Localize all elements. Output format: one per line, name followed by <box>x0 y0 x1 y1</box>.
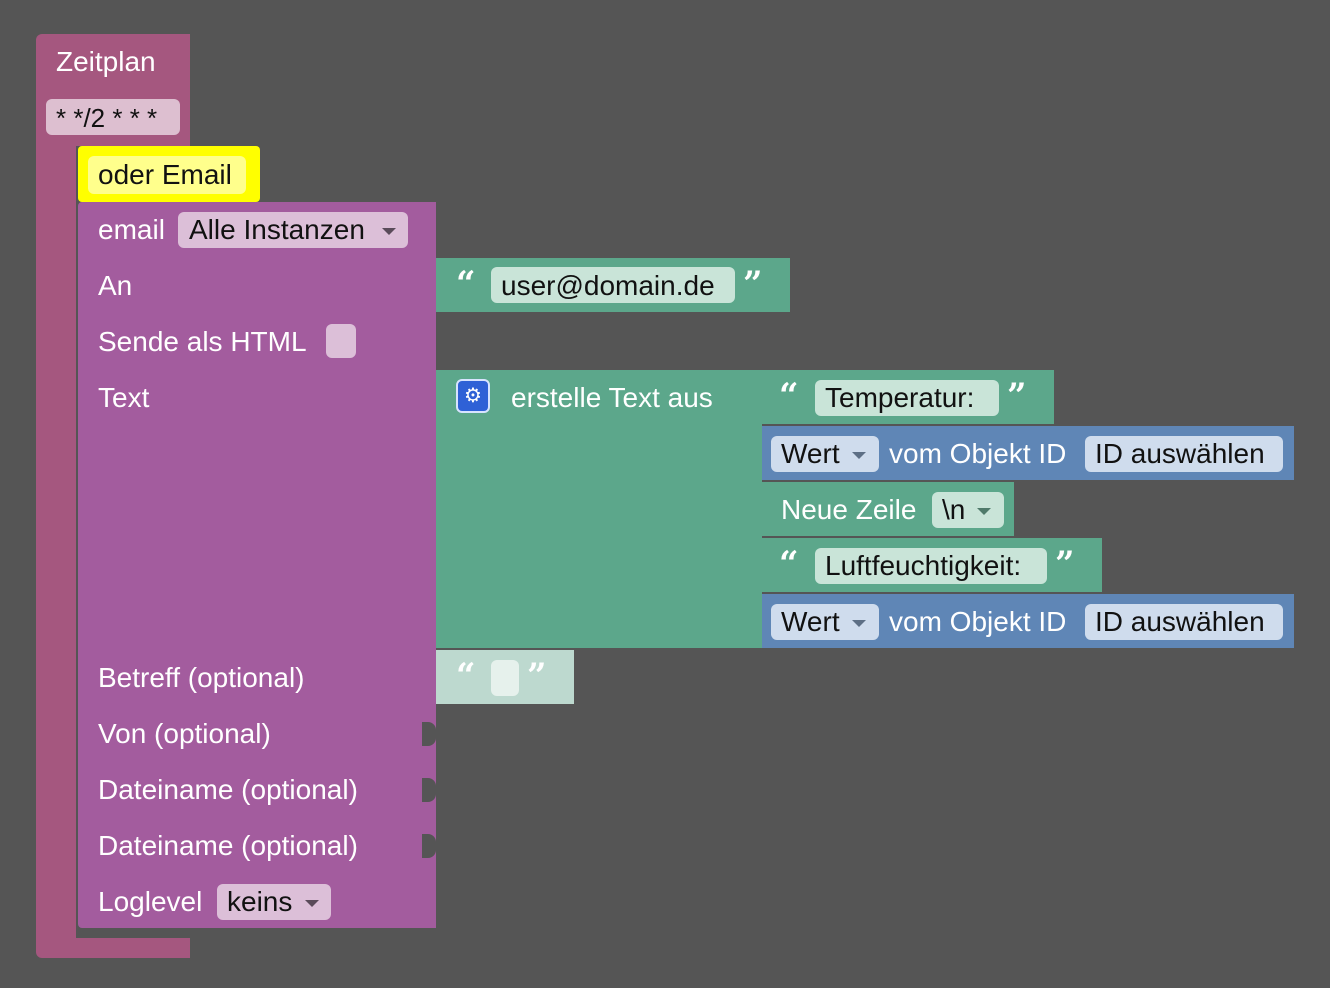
chevron-down-icon <box>305 900 319 907</box>
temp-value[interactable]: Temperatur: <box>825 382 974 414</box>
chevron-down-icon <box>852 452 866 459</box>
instance-value[interactable]: Alle Instanzen <box>189 214 365 246</box>
object-id-value[interactable]: ID auswählen <box>1095 438 1265 470</box>
file2-input-slot[interactable] <box>422 834 436 858</box>
value-mode[interactable]: Wert <box>781 438 840 470</box>
from-label: Von (optional) <box>98 718 271 749</box>
zeitplan-label: Zeitplan <box>56 46 156 77</box>
object-id-value[interactable]: ID auswählen <box>1095 606 1265 638</box>
recipient-value[interactable]: user@domain.de <box>501 270 715 302</box>
file2-label: Dateiname (optional) <box>98 830 358 861</box>
close-quote-icon: ” <box>527 656 547 696</box>
close-quote-icon: ” <box>1007 376 1027 416</box>
value-mode[interactable]: Wert <box>781 606 840 638</box>
file1-label: Dateiname (optional) <box>98 774 358 805</box>
email-label: email <box>98 214 165 245</box>
comment-text[interactable]: oder Email <box>98 159 232 191</box>
chevron-down-icon <box>852 620 866 627</box>
chevron-down-icon <box>977 508 991 515</box>
as-html-checkbox[interactable] <box>326 324 356 358</box>
open-quote-icon: “ <box>456 656 476 696</box>
chevron-down-icon <box>382 228 396 235</box>
loglevel-label: Loglevel <box>98 886 203 917</box>
file1-input-slot[interactable] <box>422 778 436 802</box>
open-quote-icon: “ <box>456 264 476 304</box>
humidity-value[interactable]: Luftfeuchtigkeit: <box>825 550 1021 582</box>
text-label: Text <box>98 382 150 413</box>
open-quote-icon: “ <box>779 544 799 584</box>
object-id-label: vom Objekt ID <box>889 438 1067 469</box>
to-label: An <box>98 270 133 301</box>
email-block[interactable] <box>78 202 436 928</box>
newline-label: Neue Zeile <box>781 494 917 525</box>
as-html-label: Sende als HTML <box>98 326 307 357</box>
gear-icon[interactable]: ⚙ <box>456 379 490 413</box>
object-id-label: vom Objekt ID <box>889 606 1067 637</box>
subject-label: Betreff (optional) <box>98 662 305 693</box>
create-text-label: erstelle Text aus <box>511 382 713 413</box>
close-quote-icon: ” <box>743 264 763 304</box>
subject-field[interactable] <box>491 660 519 696</box>
loglevel-value[interactable]: keins <box>227 886 292 918</box>
open-quote-icon: “ <box>779 376 799 416</box>
close-quote-icon: ” <box>1055 544 1075 584</box>
from-input-slot[interactable] <box>422 722 436 746</box>
newline-value[interactable]: \n <box>942 494 965 526</box>
cron-value[interactable]: * */2 * * * <box>56 102 157 134</box>
